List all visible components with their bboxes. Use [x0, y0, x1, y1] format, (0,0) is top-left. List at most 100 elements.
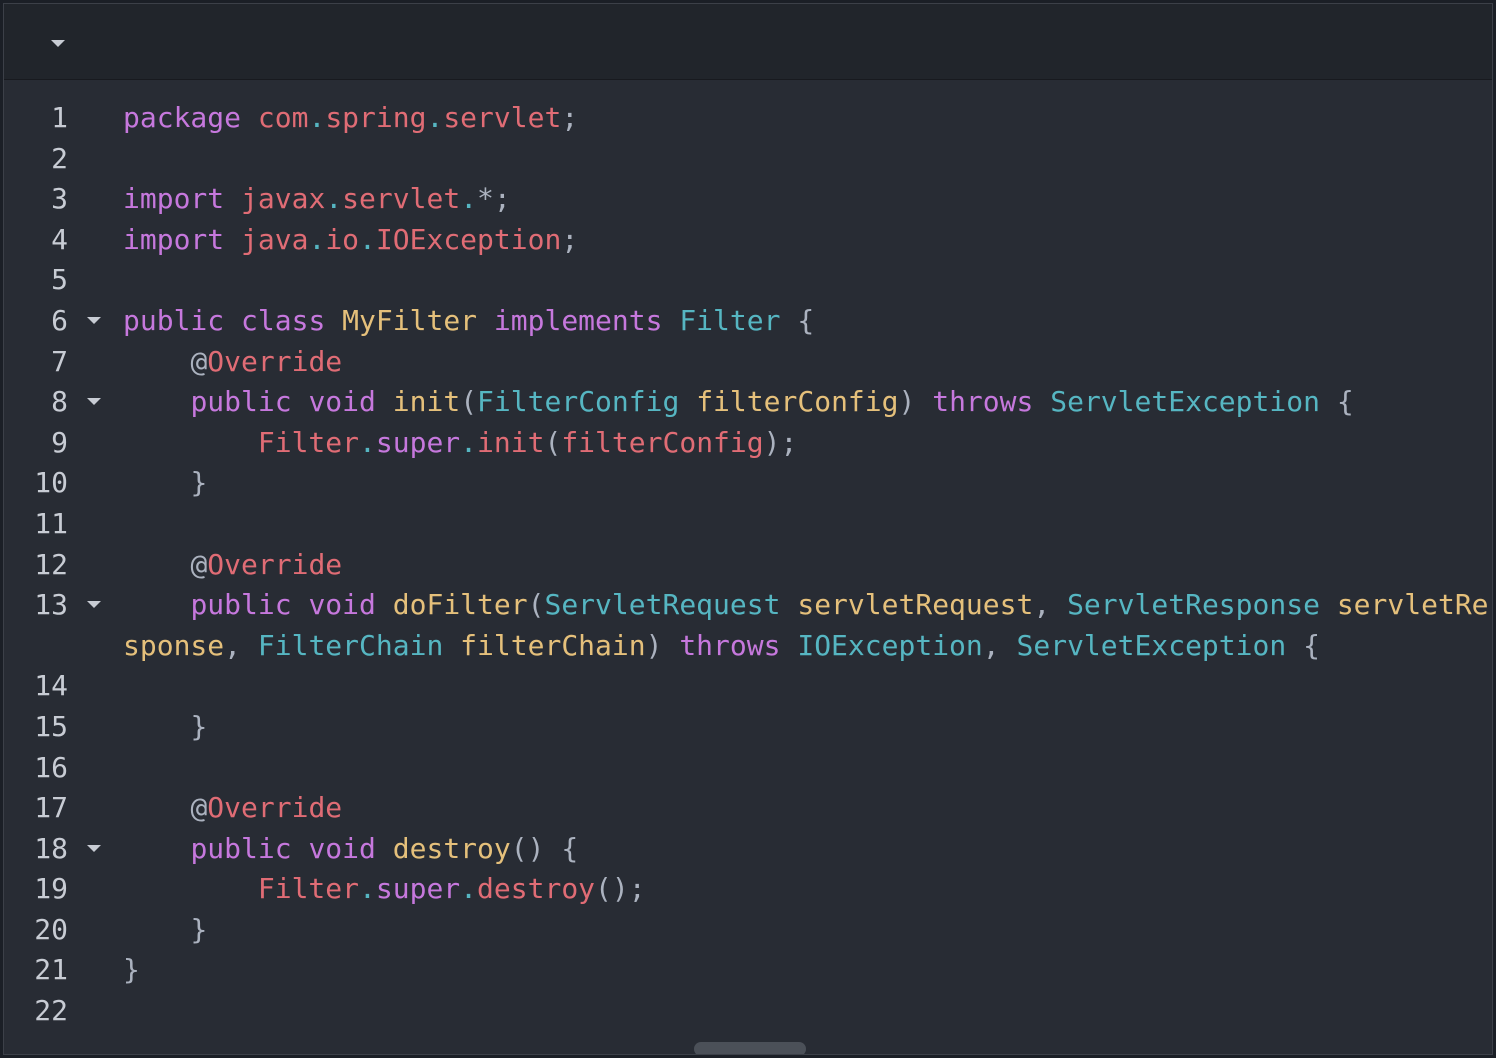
line-number: 15 — [34, 709, 68, 743]
code-line: 22 — [4, 991, 1492, 1032]
code-text: Filter.super.destroy(); — [123, 869, 1491, 910]
code-token: IOException — [797, 628, 983, 662]
code-token: { — [1336, 385, 1354, 419]
code-token: implements — [493, 303, 663, 337]
caret-down-icon[interactable] — [44, 34, 72, 54]
code-token: import — [123, 222, 225, 256]
code-line: 10 } — [4, 463, 1492, 504]
code-text: public void destroy() { — [123, 829, 1491, 870]
code-text: Filter.super.init(filterConfig); — [123, 423, 1491, 464]
code-token: destroy — [477, 872, 596, 906]
code-token: Filter — [257, 872, 360, 906]
code-line: 11 — [4, 504, 1492, 545]
code-text: } — [123, 910, 1491, 951]
line-number: 8 — [51, 385, 68, 419]
code-token: throws — [932, 385, 1034, 419]
code-line: 3 import javax.servlet.*; — [4, 179, 1492, 220]
line-number: 22 — [34, 994, 68, 1028]
code-token: ; — [561, 101, 579, 134]
code-token: filterConfig — [696, 385, 899, 419]
code-token: FilterChain — [257, 628, 444, 662]
code-area[interactable]: 1 package com.spring.servlet; 2 3 import jav… — [4, 98, 1492, 1032]
code-line: 5 — [4, 260, 1492, 301]
code-text: } — [123, 950, 1491, 991]
code-text: public void init(FilterConfig filterConf… — [123, 382, 1491, 423]
horizontal-scrollbar[interactable] — [694, 1042, 806, 1054]
code-token: init — [477, 425, 545, 459]
code-token: ServletResponse — [1067, 588, 1320, 622]
code-token: spring — [325, 101, 427, 134]
fold-caret-icon[interactable] — [86, 301, 104, 342]
code-token: @ — [190, 791, 208, 825]
fold-caret-icon[interactable] — [86, 585, 104, 626]
code-token: } — [123, 953, 140, 987]
code-token: } — [190, 709, 208, 743]
code-token: IOException — [375, 222, 562, 256]
code-token: servlet — [342, 182, 461, 216]
code-token: class — [241, 303, 326, 337]
fold-caret-icon[interactable] — [86, 382, 104, 423]
code-text: package com.spring.servlet; — [123, 98, 1491, 139]
line-number: 20 — [34, 912, 68, 946]
line-number: 16 — [34, 750, 68, 784]
code-text: import java.io.IOException; — [123, 220, 1491, 261]
code-token: ServletRequest — [544, 588, 781, 622]
code-token: void — [308, 831, 376, 865]
code-token: ) — [898, 385, 916, 419]
code-token: servletRequest — [797, 588, 1034, 622]
code-line: 16 — [4, 748, 1492, 789]
code-token: package — [123, 101, 242, 134]
code-text: @Override — [123, 545, 1491, 586]
line-number: 12 — [34, 547, 68, 581]
code-token: . — [308, 101, 326, 134]
code-token: ; — [780, 425, 798, 459]
code-token: , — [1033, 588, 1051, 622]
code-line: 20 } — [4, 910, 1492, 951]
code-token: ) — [527, 831, 545, 865]
code-token: Override — [207, 547, 343, 581]
fold-caret-icon[interactable] — [86, 829, 104, 870]
code-token: . — [359, 425, 376, 459]
code-token: destroy — [392, 831, 511, 865]
code-token: super — [375, 872, 461, 906]
code-token: ; — [628, 872, 646, 906]
code-line: 4 import java.io.IOException; — [4, 220, 1492, 261]
code-editor[interactable]: 1 package com.spring.servlet; 2 3 import jav… — [3, 3, 1493, 1055]
code-text: public class MyFilter implements Filter … — [123, 301, 1491, 342]
code-line: 13 public void doFilter(ServletRequest s… — [4, 585, 1492, 666]
code-token: ServletException — [1050, 385, 1320, 419]
line-number: 4 — [51, 222, 68, 256]
code-token: ; — [561, 222, 579, 256]
code-token: ( — [544, 425, 562, 459]
line-number: 10 — [34, 466, 68, 500]
code-token: { — [561, 831, 579, 865]
code-token: import — [123, 182, 225, 216]
code-token: ) — [763, 425, 781, 459]
code-text: } — [123, 463, 1491, 504]
code-token: . — [460, 182, 478, 216]
